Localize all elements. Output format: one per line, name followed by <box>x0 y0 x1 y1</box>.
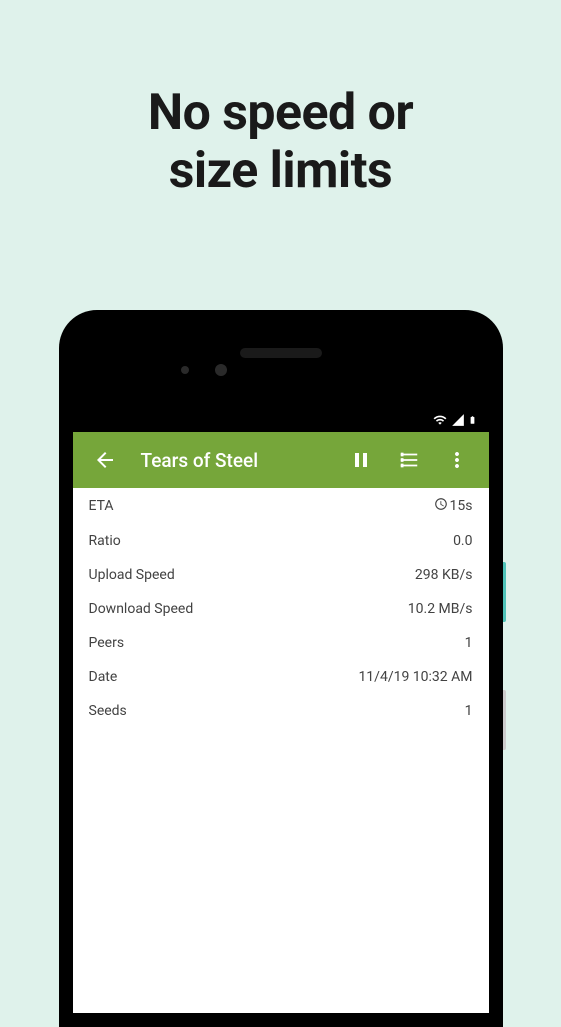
phone-side-button <box>503 690 506 750</box>
headline-line1: No speed or <box>0 85 561 143</box>
detail-value: 1 <box>465 703 473 719</box>
detail-label: Date <box>89 669 118 685</box>
detail-value-text: 1 <box>465 703 473 719</box>
detail-row: Download Speed 10.2 MB/s <box>73 592 489 626</box>
list-icon <box>398 449 420 471</box>
detail-value: 10.2 MB/s <box>408 601 473 617</box>
detail-value: 298 KB/s <box>415 567 473 583</box>
phone-mockup: Tears of Steel <box>59 310 503 1027</box>
detail-value: 15s <box>434 497 473 515</box>
wifi-icon <box>432 413 448 427</box>
detail-value: 0.0 <box>453 533 472 549</box>
detail-label: Peers <box>89 635 125 651</box>
detail-value-text: 11/4/19 10:32 AM <box>358 669 472 685</box>
detail-label: Seeds <box>89 703 127 719</box>
back-button[interactable] <box>81 436 129 484</box>
detail-row: Ratio 0.0 <box>73 524 489 558</box>
cellular-signal-icon <box>451 413 465 427</box>
phone-body: Tears of Steel <box>73 324 489 1013</box>
arrow-back-icon <box>93 448 117 472</box>
status-bar <box>73 408 489 432</box>
detail-value-text: 298 KB/s <box>415 567 473 583</box>
pause-button[interactable] <box>337 436 385 484</box>
detail-value: 1 <box>465 635 473 651</box>
headline-line2: size limits <box>0 143 561 201</box>
detail-value-text: 0.0 <box>453 533 472 549</box>
detail-row: Peers 1 <box>73 626 489 660</box>
more-vert-icon <box>445 448 469 472</box>
detail-row: Seeds 1 <box>73 694 489 728</box>
detail-row: Date 11/4/19 10:32 AM <box>73 660 489 694</box>
app-bar: Tears of Steel <box>73 432 489 488</box>
detail-label: Upload Speed <box>89 567 175 583</box>
detail-value-text: 15s <box>450 498 473 514</box>
detail-row: Upload Speed 298 KB/s <box>73 558 489 592</box>
detail-value: 11/4/19 10:32 AM <box>358 669 472 685</box>
list-button[interactable] <box>385 436 433 484</box>
battery-icon <box>468 413 477 427</box>
detail-label: ETA <box>89 498 114 514</box>
phone-camera <box>215 364 227 376</box>
more-button[interactable] <box>433 436 481 484</box>
headline: No speed or size limits <box>0 0 561 200</box>
phone-speaker <box>240 348 322 358</box>
clock-icon <box>434 497 448 515</box>
detail-row: ETA 15s <box>73 488 489 524</box>
phone-side-button <box>503 562 506 622</box>
detail-label: Ratio <box>89 533 121 549</box>
phone-camera <box>181 366 189 374</box>
torrent-details: ETA 15s Ratio 0.0 Upload Speed 298 KB/s Downlo… <box>73 488 489 1013</box>
app-bar-title: Tears of Steel <box>129 449 337 472</box>
pause-icon <box>349 448 373 472</box>
detail-label: Download Speed <box>89 601 194 617</box>
phone-bezel-top <box>73 324 489 408</box>
detail-value-text: 1 <box>465 635 473 651</box>
phone-frame: Tears of Steel <box>59 310 503 1027</box>
detail-value-text: 10.2 MB/s <box>408 601 473 617</box>
